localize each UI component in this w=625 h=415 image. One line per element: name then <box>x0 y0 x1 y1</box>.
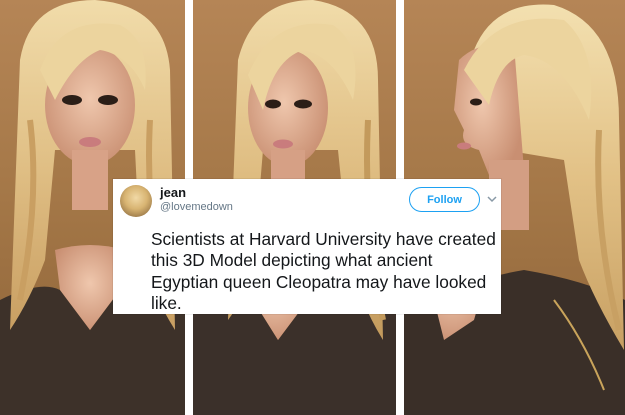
chevron-down-icon[interactable] <box>486 193 498 205</box>
follow-button[interactable]: Follow <box>409 187 480 212</box>
tweet-text: Scientists at Harvard University have cr… <box>151 229 496 313</box>
avatar[interactable] <box>120 185 152 217</box>
tweet-display-name[interactable]: jean <box>160 185 186 200</box>
tweet-card: jean @lovemedown Follow Scientists at Ha… <box>113 179 501 314</box>
tweet-handle[interactable]: @lovemedown <box>160 201 233 213</box>
